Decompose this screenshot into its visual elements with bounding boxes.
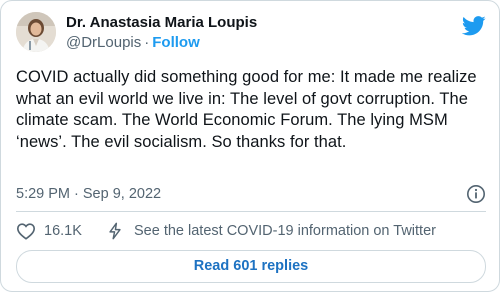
tweet-actions: 16.1K See the latest COVID-19 informatio… (16, 220, 486, 242)
separator-dot: · (144, 34, 150, 51)
tweet-text: COVID actually did something good for me… (16, 68, 477, 151)
tweet-date: Sep 9, 2022 (82, 186, 162, 202)
avatar-image (16, 12, 56, 52)
tweet-timestamp[interactable]: 5:29 PM · Sep 9, 2022 (16, 186, 161, 202)
read-replies-button[interactable]: Read 601 replies (16, 250, 486, 283)
divider (16, 211, 486, 212)
heart-icon (16, 223, 36, 240)
tweet-header: Dr. Anastasia Maria Loupis @DrLoupis · Fol… (16, 12, 486, 56)
tweet-time: 5:29 PM (16, 186, 70, 202)
author-display-name[interactable]: Dr. Anastasia Maria Loupis (66, 14, 257, 32)
avatar[interactable] (16, 12, 56, 52)
tweet-meta: 5:29 PM · Sep 9, 2022 (16, 183, 486, 205)
tweet-card: Dr. Anastasia Maria Loupis @DrLoupis · Fol… (0, 0, 500, 292)
lightning-icon (109, 222, 121, 240)
author-handle[interactable]: @DrLoupis (66, 34, 141, 51)
twitter-bird-icon[interactable] (461, 16, 486, 36)
info-icon[interactable] (466, 184, 486, 204)
like-count: 16.1K (44, 223, 82, 239)
covid-info-text: See the latest COVID-19 information on T… (134, 223, 436, 239)
follow-button[interactable]: Follow (152, 34, 200, 51)
author-info: Dr. Anastasia Maria Loupis @DrLoupis · Fol… (66, 14, 257, 52)
author-handle-row: @DrLoupis · Follow (66, 33, 257, 52)
